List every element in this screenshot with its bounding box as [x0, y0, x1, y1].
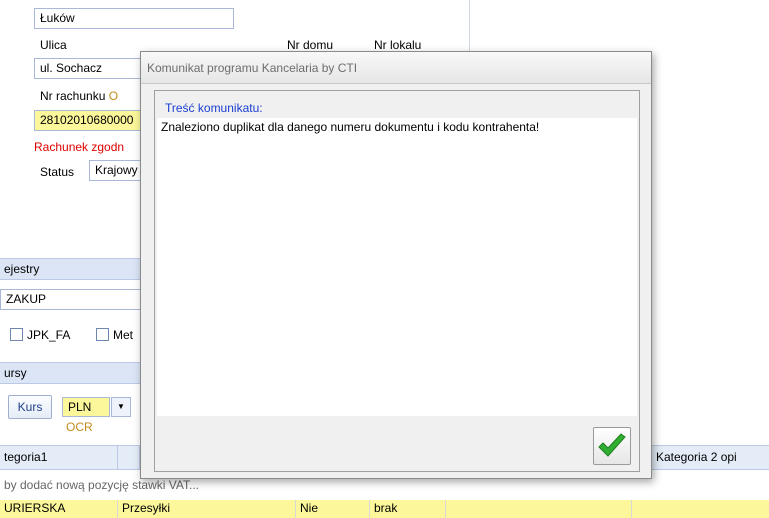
table-cell [632, 500, 769, 518]
message-area[interactable]: Znaleziono duplikat dla danego numeru do… [157, 118, 637, 416]
account-ocr-hint: O [108, 89, 119, 103]
status-label: Status [40, 165, 75, 179]
met-label: Met [113, 328, 134, 342]
message-content-label: Treść komunikatu: [165, 101, 263, 115]
table-cell: Nie [296, 500, 370, 518]
table-cell: URIERSKA [0, 500, 118, 518]
chevron-down-icon[interactable]: ▼ [111, 397, 131, 417]
account-number-label: Nr rachunku O [40, 89, 119, 103]
currency-select[interactable]: PLN [62, 397, 110, 417]
jpk-fa-checkbox[interactable] [10, 328, 23, 341]
check-icon [598, 433, 626, 457]
ocr-label: OCR [66, 420, 93, 434]
dialog-content-frame: Treść komunikatu: Znaleziono duplikat dl… [154, 90, 640, 472]
table-row[interactable]: URIERSKA Przesyłki Nie brak [0, 500, 769, 518]
account-number-field[interactable]: 28102010680000 [34, 110, 144, 131]
flat-number-label: Nr lokalu [374, 38, 422, 52]
account-validation-text: Rachunek zgodn [34, 140, 125, 154]
met-checkbox[interactable] [96, 328, 109, 341]
street-field[interactable]: ul. Sochacz [34, 58, 144, 79]
column-header-category1[interactable]: tegoria1 [0, 446, 118, 469]
table-cell: brak [370, 500, 446, 518]
column-header-blank[interactable] [118, 446, 140, 469]
house-number-label: Nr domu [287, 38, 334, 52]
kurs-button[interactable]: Kurs [8, 395, 52, 419]
city-field[interactable]: Łuków [34, 8, 234, 29]
ok-button[interactable] [593, 427, 631, 465]
dialog-title[interactable]: Komunikat programu Kancelaria by CTI [141, 52, 651, 84]
table-cell: Przesyłki [118, 500, 296, 518]
column-header-category2[interactable]: Kategoria 2 opi [652, 446, 769, 469]
register-select[interactable]: ZAKUP [0, 289, 160, 310]
message-text: Znaleziono duplikat dla danego numeru do… [161, 120, 540, 134]
message-dialog: Komunikat programu Kancelaria by CTI Tre… [140, 51, 652, 479]
street-label: Ulica [40, 38, 67, 52]
table-cell [446, 500, 632, 518]
jpk-fa-label: JPK_FA [27, 328, 71, 342]
